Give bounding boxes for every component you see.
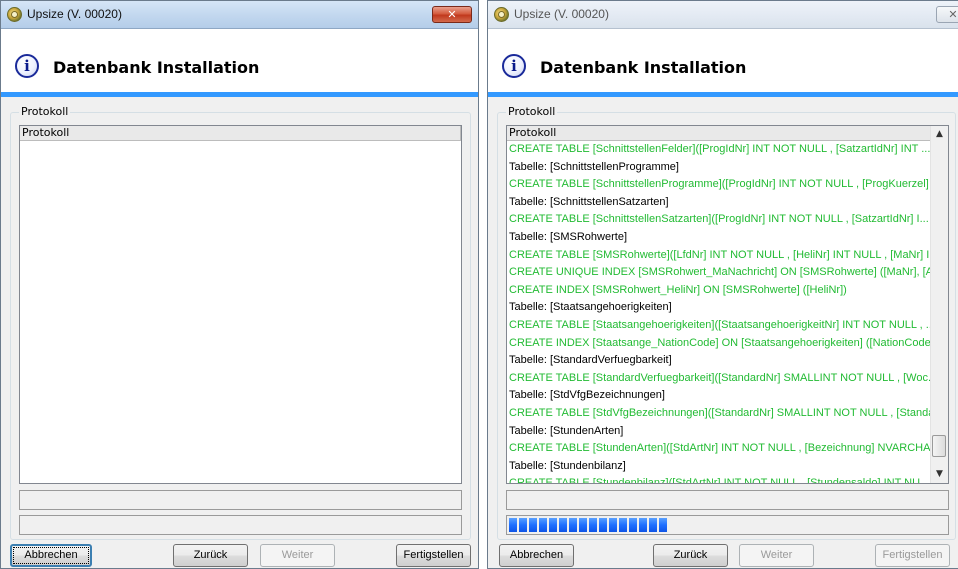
group-label: Protokoll	[506, 105, 558, 118]
list-rows	[20, 141, 461, 483]
progress-segment	[519, 518, 527, 532]
progress-segment	[619, 518, 627, 532]
log-row-sql[interactable]: CREATE TABLE [SMSRohwerte]([LfdNr] INT N…	[507, 247, 931, 265]
progress-segment	[649, 518, 657, 532]
log-row-table[interactable]: Tabelle: [StundenArten]	[507, 423, 931, 441]
progress-bar	[19, 515, 462, 535]
next-button[interactable]: Weiter	[739, 544, 814, 567]
log-row-table[interactable]: Tabelle: [StdVfgBezeichnungen]	[507, 387, 931, 405]
log-row-sql[interactable]: CREATE TABLE [SchnittstellenSatzarten]([…	[507, 211, 931, 229]
log-row-table[interactable]: Tabelle: [Stundenbilanz]	[507, 458, 931, 476]
cancel-button-label: Abbrechen	[24, 549, 78, 561]
app-gear-icon	[494, 7, 509, 22]
progress-segment	[549, 518, 557, 532]
title-bar[interactable]: Upsize (V. 00020) ✕	[488, 1, 958, 29]
scroll-thumb[interactable]	[932, 435, 946, 457]
progress-segment	[509, 518, 517, 532]
info-icon: i	[502, 54, 526, 78]
protokoll-group: Protokoll Protokoll CREATE TABLE [Schnit…	[497, 105, 956, 540]
progress-segment	[559, 518, 567, 532]
log-row-sql[interactable]: CREATE TABLE [SchnittstellenProgramme]([…	[507, 176, 931, 194]
list-column-header[interactable]: Protokoll	[20, 126, 461, 141]
finish-button[interactable]: Fertigstellen	[875, 544, 950, 567]
scroll-down-arrow-icon[interactable]: ▼	[931, 466, 948, 483]
list-column-header[interactable]: Protokoll	[507, 126, 948, 141]
log-row-sql[interactable]: CREATE INDEX [SMSRohwert_HeliNr] ON [SMS…	[507, 282, 931, 300]
window-title: Upsize (V. 00020)	[27, 7, 122, 21]
window-title: Upsize (V. 00020)	[514, 7, 609, 21]
log-row-sql[interactable]: CREATE TABLE [Stundenbilanz]([StdArtNr] …	[507, 475, 931, 483]
log-row-sql[interactable]: CREATE INDEX [Staatsange_NationCode] ON …	[507, 335, 931, 353]
progress-fill	[509, 518, 669, 532]
progress-segment	[609, 518, 617, 532]
page-title: Datenbank Installation	[53, 58, 260, 77]
cancel-button[interactable]: Abbrechen	[10, 544, 92, 567]
status-field	[19, 490, 462, 510]
progress-segment	[529, 518, 537, 532]
progress-segment	[639, 518, 647, 532]
log-row-table[interactable]: Tabelle: [StandardVerfuegbarkeit]	[507, 352, 931, 370]
close-button[interactable]: ✕	[936, 6, 958, 23]
finish-button[interactable]: Fertigstellen	[396, 544, 471, 567]
progress-segment	[599, 518, 607, 532]
upsize-window-left: Upsize (V. 00020) ✕ i Datenbank Installa…	[0, 0, 479, 569]
progress-segment	[589, 518, 597, 532]
log-row-sql[interactable]: CREATE TABLE [StundenArten]([StdArtNr] I…	[507, 440, 931, 458]
log-row-table[interactable]: Tabelle: [Staatsangehoerigkeiten]	[507, 299, 931, 317]
progress-segment	[659, 518, 667, 532]
protokoll-list[interactable]: Protokoll	[19, 125, 462, 484]
progress-bar	[506, 515, 949, 535]
cancel-button[interactable]: Abbrechen	[499, 544, 574, 567]
progress-segment	[629, 518, 637, 532]
log-row-sql[interactable]: CREATE TABLE [StdVfgBezeichnungen]([Stan…	[507, 405, 931, 423]
group-label: Protokoll	[19, 105, 71, 118]
log-row-table[interactable]: Tabelle: [SchnittstellenProgramme]	[507, 159, 931, 177]
accent-bar	[1, 92, 478, 97]
back-button[interactable]: Zurück	[653, 544, 728, 567]
log-row-sql[interactable]: CREATE UNIQUE INDEX [SMSRohwert_MaNachri…	[507, 264, 931, 282]
title-bar[interactable]: Upsize (V. 00020) ✕	[1, 1, 478, 29]
protokoll-list[interactable]: Protokoll CREATE TABLE [SchnittstellenFe…	[506, 125, 949, 484]
wizard-header: i Datenbank Installation	[488, 29, 958, 92]
next-button[interactable]: Weiter	[260, 544, 335, 567]
progress-segment	[579, 518, 587, 532]
progress-segment	[569, 518, 577, 532]
protokoll-group: Protokoll Protokoll	[10, 105, 471, 540]
log-row-table[interactable]: Tabelle: [SchnittstellenSatzarten]	[507, 194, 931, 212]
accent-bar	[488, 92, 958, 97]
cancel-button-label: Abbrechen	[509, 549, 564, 561]
log-row-table[interactable]: Tabelle: [SMSRohwerte]	[507, 229, 931, 247]
log-row-sql[interactable]: CREATE TABLE [Staatsangehoerigkeiten]([S…	[507, 317, 931, 335]
log-row-sql[interactable]: CREATE TABLE [StandardVerfuegbarkeit]([S…	[507, 370, 931, 388]
progress-segment	[539, 518, 547, 532]
scroll-up-arrow-icon[interactable]: ▲	[931, 126, 948, 143]
close-button[interactable]: ✕	[432, 6, 472, 23]
info-icon: i	[15, 54, 39, 78]
app-gear-icon	[7, 7, 22, 22]
wizard-header: i Datenbank Installation	[1, 29, 478, 92]
upsize-window-right: Upsize (V. 00020) ✕ i Datenbank Installa…	[487, 0, 958, 569]
list-rows: CREATE TABLE [SchnittstellenFelder]([Pro…	[507, 141, 931, 483]
vertical-scrollbar[interactable]: ▲ ▼	[930, 126, 948, 483]
back-button[interactable]: Zurück	[173, 544, 248, 567]
log-row-sql[interactable]: CREATE TABLE [SchnittstellenFelder]([Pro…	[507, 141, 931, 159]
status-field	[506, 490, 949, 510]
page-title: Datenbank Installation	[540, 58, 747, 77]
